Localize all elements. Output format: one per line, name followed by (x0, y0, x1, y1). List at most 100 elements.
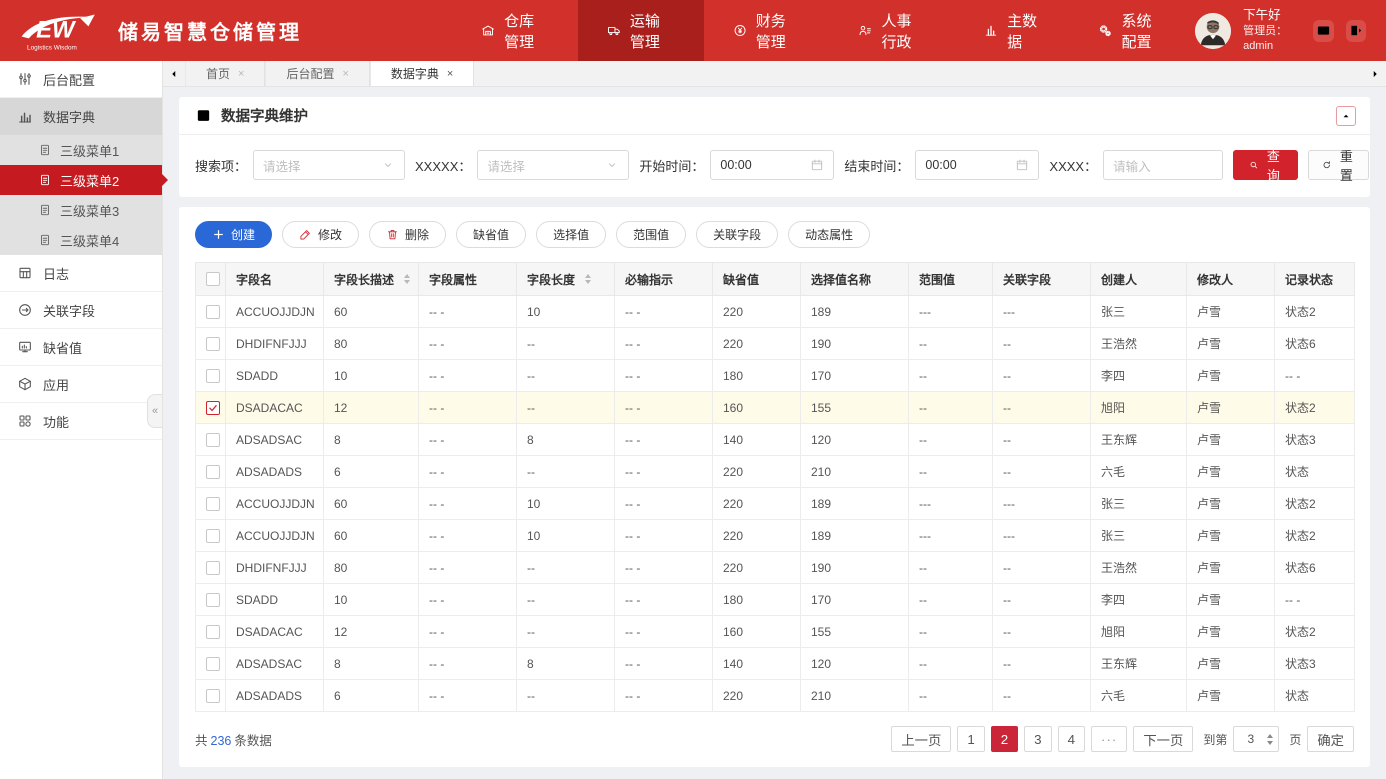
sidebar-item-三级菜单4[interactable]: 三级菜单4 (0, 225, 162, 255)
page-jump-spinner[interactable] (1267, 734, 1278, 745)
toolbar-button-动态属性[interactable]: 动态属性 (788, 221, 870, 248)
row-checkbox[interactable] (206, 625, 220, 639)
page-button-2[interactable]: 2 (991, 726, 1018, 752)
nav-item-仓库管理[interactable]: 仓库管理 (452, 0, 578, 61)
page-button-3[interactable]: 3 (1024, 726, 1051, 752)
row-checkbox[interactable] (206, 337, 220, 351)
avatar[interactable] (1195, 13, 1231, 49)
sort-icon[interactable] (404, 274, 410, 284)
toolbar-button-删除[interactable]: 删除 (369, 221, 446, 248)
cell-关联字段: -- (993, 680, 1091, 712)
sidebar-item-缺省值[interactable]: 缺省值 (0, 329, 162, 366)
row-checkbox[interactable] (206, 433, 220, 447)
top-header: EW Logistics Wisdom 储易智慧仓储管理 仓库管理运输管理财务管… (0, 0, 1386, 61)
row-checkbox[interactable] (206, 369, 220, 383)
sidebar-item-数据字典[interactable]: 数据字典 (0, 98, 162, 135)
pages-ellipsis-button[interactable]: ··· (1091, 726, 1127, 752)
toolbar-button-修改[interactable]: 修改 (282, 221, 359, 248)
brand-area: EW Logistics Wisdom 储易智慧仓储管理 (0, 0, 452, 61)
nav-item-系统配置[interactable]: 系统配置 (1069, 0, 1195, 61)
logout-button[interactable] (1346, 20, 1366, 42)
cell-关联字段: --- (993, 296, 1091, 328)
tab-数据字典[interactable]: 数据字典× (370, 61, 474, 86)
cell-缺省值: 160 (713, 392, 801, 424)
table-row[interactable]: SDADD10-- ----- -180170----李四卢雪-- - (196, 360, 1355, 392)
table-row[interactable]: ADSADSAC8-- -8-- -140120----王东辉卢雪状态3 (196, 424, 1355, 456)
tab-close-icon[interactable]: × (342, 68, 348, 80)
tabs-scroll-left[interactable] (163, 61, 185, 86)
select-all-checkbox[interactable] (206, 272, 220, 286)
tab-close-icon[interactable]: × (238, 68, 244, 80)
nav-item-运输管理[interactable]: 运输管理 (578, 0, 704, 61)
toolbar-button-关联字段[interactable]: 关联字段 (696, 221, 778, 248)
row-checkbox[interactable] (206, 497, 220, 511)
nav-item-财务管理[interactable]: 财务管理 (704, 0, 830, 61)
sidebar-item-三级菜单1[interactable]: 三级菜单1 (0, 135, 162, 165)
table-row[interactable]: ACCUOJJDJN60-- -10-- -220189------张三卢雪状态… (196, 488, 1355, 520)
row-checkbox[interactable] (206, 305, 220, 319)
column-header-inner: 记录状态 (1285, 271, 1344, 288)
search-button[interactable]: 查询 (1233, 150, 1298, 180)
next-page-button[interactable]: 下一页 (1133, 726, 1193, 752)
time-input[interactable]: 00:00 (915, 150, 1039, 180)
row-checkbox[interactable] (206, 689, 220, 703)
sidebar-collapse-handle[interactable]: « (147, 394, 162, 428)
toolbar-button-选择值[interactable]: 选择值 (536, 221, 606, 248)
sidebar-item-关联字段[interactable]: 关联字段 (0, 292, 162, 329)
prev-page-button[interactable]: 上一页 (891, 726, 951, 752)
sidebar-item-日志[interactable]: 日志 (0, 255, 162, 292)
cell-字段长度: 10 (517, 488, 615, 520)
sidebar-item-功能[interactable]: 功能 (0, 403, 162, 440)
row-checkbox[interactable] (206, 593, 220, 607)
row-checkbox[interactable] (206, 401, 220, 415)
select-input[interactable]: 请选择 (477, 150, 629, 180)
text-input[interactable]: 请输入 (1103, 150, 1223, 180)
sort-icon[interactable] (585, 274, 591, 284)
confirm-page-button[interactable]: 确定 (1307, 726, 1354, 752)
row-checkbox[interactable] (206, 529, 220, 543)
sidebar-item-后台配置[interactable]: 后台配置 (0, 61, 162, 98)
mail-button[interactable] (1313, 20, 1333, 42)
page-button-4[interactable]: 4 (1058, 726, 1085, 752)
sidebar-item-三级菜单2[interactable]: 三级菜单2 (0, 165, 162, 195)
cell-创建人: 张三 (1091, 520, 1187, 552)
toolbar-button-缺省值[interactable]: 缺省值 (456, 221, 526, 248)
toolbar-button-范围值[interactable]: 范围值 (616, 221, 686, 248)
tabs-scroll-right[interactable] (1364, 61, 1386, 86)
page-button-1[interactable]: 1 (957, 726, 984, 752)
sidebar-item-三级菜单3[interactable]: 三级菜单3 (0, 195, 162, 225)
table-row[interactable]: DSADACAC12-- ----- -160155----旭阳卢雪状态2 (196, 616, 1355, 648)
total-prefix: 共 (195, 734, 208, 748)
nav-item-主数据[interactable]: 主数据 (955, 0, 1069, 61)
table-row[interactable]: ADSADADS6-- ----- -220210----六毛卢雪状态 (196, 456, 1355, 488)
table-row[interactable]: DHDIFNFJJJ80-- ----- -220190----王浩然卢雪状态6 (196, 328, 1355, 360)
column-header-label: 记录状态 (1285, 271, 1333, 288)
reset-button[interactable]: 重置 (1308, 150, 1369, 180)
toolbar-button-label: 动态属性 (805, 226, 853, 243)
table-row[interactable]: ACCUOJJDJN60-- -10-- -220189------张三卢雪状态… (196, 296, 1355, 328)
tab-close-icon[interactable]: × (447, 68, 453, 80)
sidebar-item-应用[interactable]: 应用 (0, 366, 162, 403)
table-row[interactable]: DSADACAC12-- ----- -160155----旭阳卢雪状态2 (196, 392, 1355, 424)
select-input[interactable]: 请选择 (253, 150, 405, 180)
tab-后台配置[interactable]: 后台配置× (265, 61, 369, 86)
cell-缺省值: 180 (713, 584, 801, 616)
tab-首页[interactable]: 首页× (185, 61, 265, 86)
cell-字段长度: 10 (517, 520, 615, 552)
table-row[interactable]: ADSADADS6-- ----- -220210----六毛卢雪状态 (196, 680, 1355, 712)
user-area: 下午好 管理员：admin (1195, 0, 1386, 61)
time-input[interactable]: 00:00 (710, 150, 834, 180)
page-jump-input[interactable]: 3 (1233, 726, 1279, 752)
cell-修改人: 卢雪 (1187, 616, 1275, 648)
row-checkbox[interactable] (206, 657, 220, 671)
toolbar-button-创建[interactable]: 创建 (195, 221, 272, 248)
table-row[interactable]: ADSADSAC8-- -8-- -140120----王东辉卢雪状态3 (196, 648, 1355, 680)
table-row[interactable]: ACCUOJJDJN60-- -10-- -220189------张三卢雪状态… (196, 520, 1355, 552)
row-checkbox[interactable] (206, 465, 220, 479)
table-row[interactable]: SDADD10-- ----- -180170----李四卢雪-- - (196, 584, 1355, 616)
row-checkbox[interactable] (206, 561, 220, 575)
panel-collapse-button[interactable] (1336, 106, 1356, 126)
cell-关联字段: --- (993, 488, 1091, 520)
table-row[interactable]: DHDIFNFJJJ80-- ----- -220190----王浩然卢雪状态6 (196, 552, 1355, 584)
nav-item-人事行政[interactable]: 人事行政 (829, 0, 955, 61)
